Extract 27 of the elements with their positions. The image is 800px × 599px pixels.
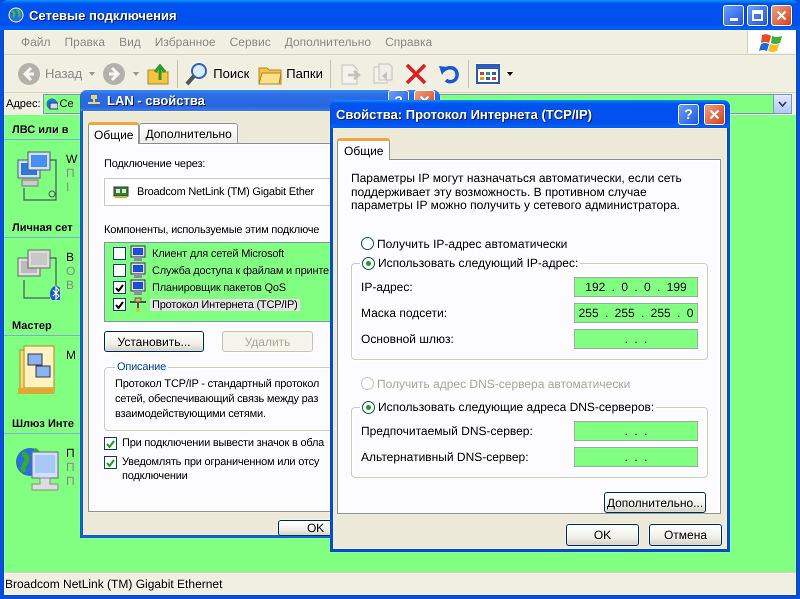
item-text: М	[66, 348, 76, 362]
item-text: B	[66, 250, 76, 264]
intro-text: Параметры IP могут назначаться автоматически, если сеть поддерживает эту возможность. В противном случае параметры IP можно получить у сетевого администратора.	[351, 172, 683, 212]
field-label: Основной шлюз:	[361, 332, 454, 346]
item-text: П	[66, 460, 75, 474]
item-text: W	[66, 152, 78, 166]
window-title: Сетевые подключения	[29, 8, 178, 22]
item-text: В	[66, 278, 76, 292]
checkbox-label: Уведомлять при ограниченном или отсу подключении	[122, 455, 320, 483]
window-title: Свойства: Протокол Интернета (TCP/IP)	[336, 106, 593, 122]
field-label: Альтернативный DNS-сервер:	[361, 450, 529, 464]
status-text: Broadcom NetLink (TM) Gigabit Ethernet	[5, 577, 222, 591]
item-text: П	[66, 446, 75, 460]
field-label: IP-адрес:	[361, 280, 413, 294]
item-text: I	[66, 180, 70, 194]
field-label: Компоненты, используемые этим подключе	[104, 224, 320, 238]
item-text: О	[66, 264, 76, 278]
description-text: Протокол TCP/IP - стандартный протокол сетей, обеспечивающий связь между раз взаимодействующими сетями.	[115, 377, 320, 422]
window-title: LAN - свойства	[107, 93, 206, 108]
item-text: П	[66, 474, 75, 488]
item-text: П	[66, 166, 76, 180]
field-label: Предпочитаемый DNS-сервер:	[361, 424, 533, 438]
address-label: Адрес:	[6, 98, 41, 110]
group-title: Описание	[116, 361, 168, 373]
field-label: Маска подсети:	[361, 306, 448, 320]
field-label: Подключение через:	[104, 158, 206, 172]
checkbox-label: При подключении вывести значок в обла	[122, 436, 324, 450]
